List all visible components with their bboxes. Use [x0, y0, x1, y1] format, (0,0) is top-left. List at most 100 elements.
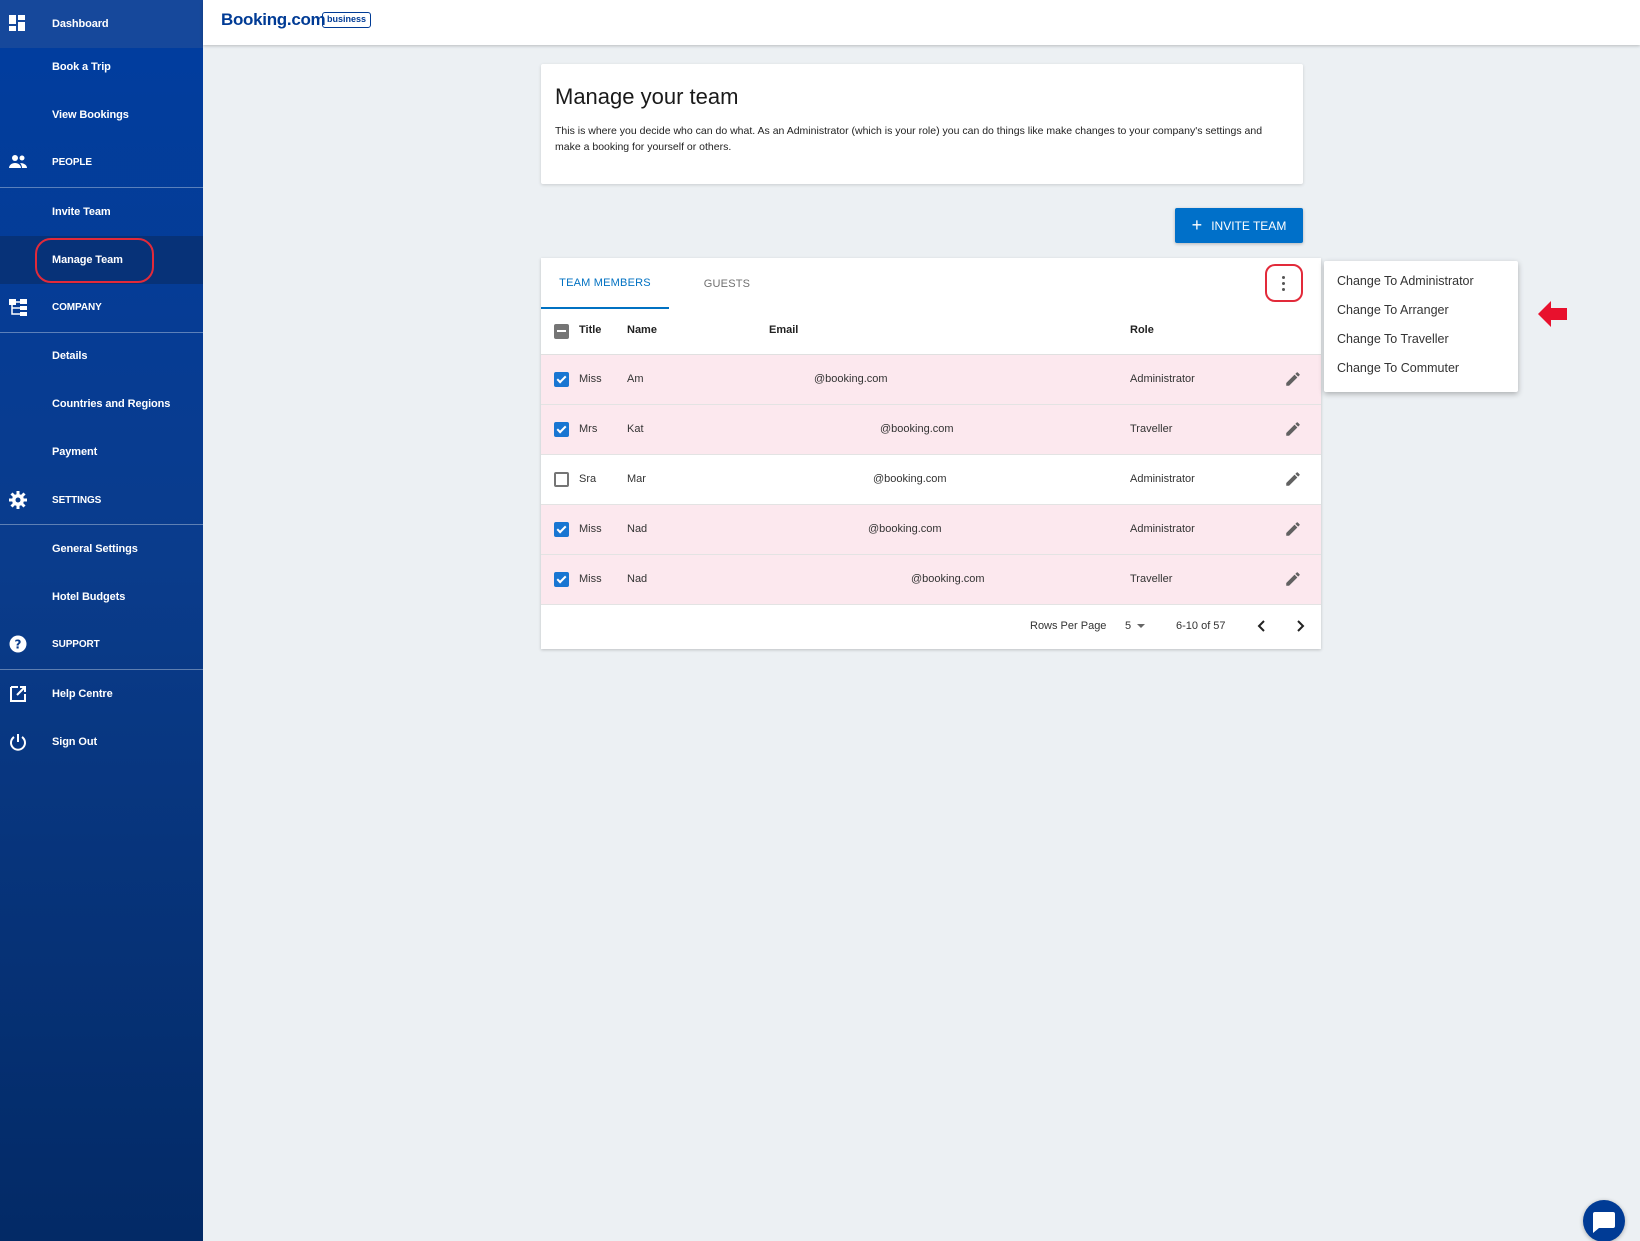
row-checkbox[interactable]: [554, 372, 569, 387]
row-checkbox[interactable]: [554, 522, 569, 537]
edit-icon[interactable]: [1284, 370, 1302, 388]
sidebar-item-payment[interactable]: Payment: [0, 428, 203, 476]
invite-team-button-label: INVITE TEAM: [1211, 218, 1287, 233]
edit-icon[interactable]: [1284, 420, 1302, 438]
menu-item-change-to-arranger[interactable]: Change To Arranger: [1337, 303, 1449, 317]
table-row[interactable]: Miss Am @booking.com Administrator: [541, 355, 1321, 405]
sidebar-item-dashboard[interactable]: Dashboard: [0, 0, 203, 48]
rows-per-page-select[interactable]: 5: [1125, 620, 1146, 632]
sidebar-item-sign-out[interactable]: Sign Out: [0, 718, 203, 766]
svg-text:?: ?: [15, 638, 22, 652]
column-header-email[interactable]: Email: [769, 324, 798, 336]
sidebar-item-label: Sign Out: [52, 736, 98, 748]
sidebar-item-label: Dashboard: [52, 18, 109, 30]
pagination-range: 6-10 of 57: [1176, 620, 1226, 632]
chat-button[interactable]: [1583, 1200, 1625, 1241]
table-row[interactable]: Sra Mar @booking.com Administrator: [541, 455, 1321, 505]
intro-card: Manage your team This is where you decid…: [541, 64, 1303, 184]
menu-item-change-to-commuter[interactable]: Change To Commuter: [1337, 361, 1459, 375]
plus-icon: +: [1191, 214, 1203, 235]
chevron-right-icon[interactable]: [1292, 618, 1308, 634]
sidebar-item-label: Book a Trip: [52, 61, 111, 73]
sidebar-item-label: Help Centre: [52, 688, 113, 700]
sidebar-section-people: PEOPLE: [0, 138, 203, 186]
cell-title: Mrs: [579, 423, 598, 435]
team-table-card: TEAM MEMBERS GUESTS Title Name Email Rol…: [541, 258, 1321, 649]
tab-label: TEAM MEMBERS: [559, 276, 651, 289]
cell-title: Miss: [579, 373, 602, 385]
sidebar-item-general-settings[interactable]: General Settings: [0, 525, 203, 573]
column-header-name[interactable]: Name: [627, 324, 657, 336]
dashboard-icon: [9, 15, 25, 31]
cell-role: Administrator: [1130, 523, 1195, 535]
annotation-highlight: [35, 238, 154, 283]
rows-per-page-label: Rows Per Page: [1030, 620, 1107, 632]
company-icon: [9, 299, 27, 316]
cell-title: Miss: [579, 573, 602, 585]
edit-icon[interactable]: [1284, 470, 1302, 488]
people-icon: [9, 155, 27, 168]
cell-name: Nad: [627, 523, 648, 535]
tab-guests[interactable]: GUESTS: [669, 258, 785, 309]
tab-team-members[interactable]: TEAM MEMBERS: [541, 258, 669, 309]
sidebar-item-help-centre[interactable]: Help Centre: [0, 670, 203, 718]
invite-team-button[interactable]: + INVITE TEAM: [1175, 208, 1303, 243]
sidebar-section-label: SUPPORT: [52, 638, 100, 650]
sidebar-item-label: Hotel Budgets: [52, 591, 126, 603]
sidebar-item-invite-team[interactable]: Invite Team: [0, 188, 203, 236]
top-header: Booking.com business: [203, 0, 1640, 45]
column-header-title[interactable]: Title: [579, 324, 601, 336]
external-link-icon: [10, 686, 26, 702]
menu-item-change-to-traveller[interactable]: Change To Traveller: [1337, 332, 1449, 346]
cell-role: Traveller: [1130, 573, 1173, 585]
row-checkbox[interactable]: [554, 572, 569, 587]
cell-title: Miss: [579, 523, 602, 535]
table-pagination: Rows Per Page 5 6-10 of 57: [541, 606, 1321, 649]
chat-icon: [1593, 1212, 1615, 1233]
table-row[interactable]: Miss Nad @booking.com Administrator: [541, 505, 1321, 555]
cell-role: Administrator: [1130, 373, 1195, 385]
table-row[interactable]: Miss Nad @booking.com Traveller: [541, 555, 1321, 605]
row-checkbox[interactable]: [554, 422, 569, 437]
cell-role: Traveller: [1130, 423, 1173, 435]
sidebar-section-settings: SETTINGS: [0, 476, 203, 524]
sidebar-item-label: Countries and Regions: [52, 398, 171, 410]
page-description: This is where you decide who can do what…: [555, 125, 1263, 153]
sidebar-section-label: COMPANY: [52, 301, 102, 313]
sidebar-item-label: Payment: [52, 446, 98, 458]
edit-icon[interactable]: [1284, 570, 1302, 588]
sidebar-item-label: Details: [52, 350, 88, 362]
sidebar-item-view-bookings[interactable]: View Bookings: [0, 91, 203, 139]
chevron-left-icon[interactable]: [1254, 618, 1270, 634]
cell-name: Kat: [627, 423, 644, 435]
edit-icon[interactable]: [1284, 520, 1302, 538]
select-all-checkbox[interactable]: [554, 324, 569, 339]
rows-per-page-value: 5: [1125, 620, 1132, 632]
annotation-arrow-icon: [1538, 301, 1567, 327]
cell-name: Mar: [627, 473, 646, 485]
table-header: Title Name Email Role: [541, 309, 1321, 355]
more-vert-icon: [1282, 275, 1286, 291]
sidebar-item-label: General Settings: [52, 543, 138, 555]
cell-email: @booking.com: [814, 373, 888, 385]
sidebar-section-label: PEOPLE: [52, 156, 92, 168]
sidebar-item-book-a-trip[interactable]: Book a Trip: [0, 43, 203, 91]
sidebar-section-support: ? SUPPORT: [0, 620, 203, 668]
sidebar-item-details[interactable]: Details: [0, 332, 203, 380]
caret-down-icon: [1137, 624, 1146, 629]
change-role-menu: Change To Administrator Change To Arrang…: [1324, 261, 1518, 392]
sidebar-item-label: Invite Team: [52, 206, 111, 218]
row-checkbox[interactable]: [554, 472, 569, 487]
menu-item-change-to-administrator[interactable]: Change To Administrator: [1337, 274, 1474, 288]
logo[interactable]: Booking.com: [221, 10, 326, 30]
column-header-role[interactable]: Role: [1130, 324, 1154, 336]
more-actions-button[interactable]: [1265, 264, 1303, 302]
sidebar-item-hotel-budgets[interactable]: Hotel Budgets: [0, 573, 203, 621]
sidebar-section-company: COMPANY: [0, 283, 203, 331]
cell-email: @booking.com: [880, 423, 954, 435]
sidebar-item-label: View Bookings: [52, 109, 129, 121]
sidebar-item-countries-and-regions[interactable]: Countries and Regions: [0, 380, 203, 428]
help-icon: ?: [9, 635, 27, 653]
table-row[interactable]: Mrs Kat @booking.com Traveller: [541, 405, 1321, 455]
sidebar: Dashboard Book a Trip View Bookings PEOP…: [0, 0, 203, 1241]
